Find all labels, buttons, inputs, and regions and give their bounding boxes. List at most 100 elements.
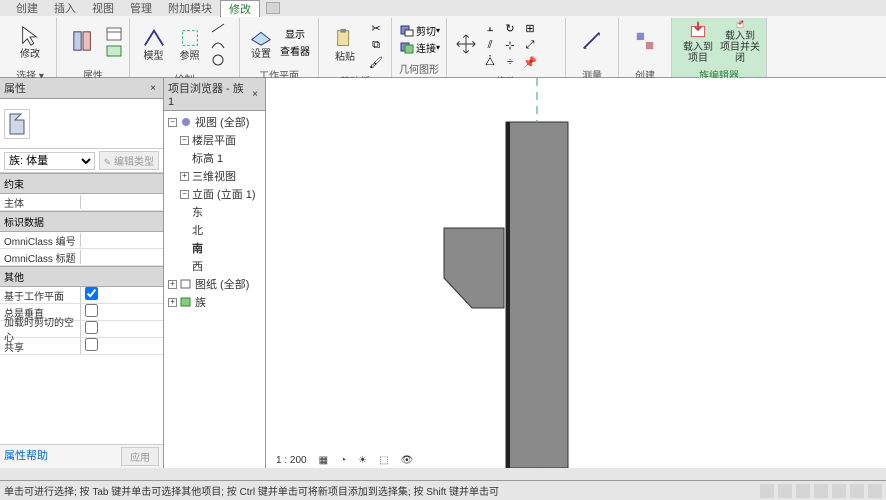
extension-icon[interactable] xyxy=(266,2,280,14)
chk-shared[interactable] xyxy=(85,338,98,351)
match-type[interactable]: 🖌 xyxy=(367,54,385,70)
cat-other[interactable]: 其他 xyxy=(0,266,163,287)
load-to-project-close[interactable]: 载入到 项目并关闭 xyxy=(720,20,760,64)
mirror-tool[interactable]: ⧊ xyxy=(481,54,499,70)
edit-type-button[interactable]: ✎ 编辑类型 xyxy=(99,151,159,170)
family-types-button[interactable] xyxy=(105,26,123,42)
omni-title-input[interactable] xyxy=(83,250,163,264)
properties-button[interactable] xyxy=(63,20,103,64)
menu-create[interactable]: 创建 xyxy=(8,0,46,16)
group-draw: 模型 参照 绘制 xyxy=(130,18,240,77)
menu-insert[interactable]: 插入 xyxy=(46,0,84,16)
create-group-button[interactable] xyxy=(625,20,665,64)
trim-tool[interactable]: ⊹ xyxy=(501,37,519,53)
group-family-editor: 载入到 项目 载入到 项目并关闭 族编辑器 xyxy=(672,18,767,77)
join-geom[interactable] xyxy=(398,40,416,56)
close-browser-icon[interactable]: × xyxy=(249,88,261,100)
viewer-workplane[interactable]: 查看器 xyxy=(278,43,312,59)
group-clipboard: 粘贴 ✂ ⧉ 🖌 剪贴板 xyxy=(319,18,392,77)
drawing-canvas[interactable]: ◂ 1 : 200 ▦ ◔ ☀ ⬚ 👁 xyxy=(266,78,886,468)
set-workplane[interactable]: 设置 xyxy=(246,20,276,64)
offset-tool[interactable]: ⫽ xyxy=(481,37,499,53)
rotate-tool[interactable]: ↻ xyxy=(501,20,519,36)
ribbon: 修改 选择 ▾ 属性 模型 参照 xyxy=(0,16,886,78)
tree-sheets[interactable]: +图纸 (全部) xyxy=(166,275,263,293)
tree-east[interactable]: 东 xyxy=(166,203,263,221)
cat-identity[interactable]: 标识数据 xyxy=(0,211,163,232)
tree-views[interactable]: −视图 (全部) xyxy=(166,113,263,131)
crop-icon[interactable]: ⬚ xyxy=(379,455,388,466)
show-workplane[interactable]: 显示 xyxy=(278,26,312,42)
status-bar: 单击可进行选择; 按 Tab 键并单击可选择其他项目; 按 Ctrl 键并单击可… xyxy=(0,480,886,500)
properties-help-link[interactable]: 属性帮助 xyxy=(4,447,48,466)
group-select: 修改 选择 ▾ xyxy=(4,18,57,77)
detail-level-icon[interactable]: ▦ xyxy=(319,455,328,466)
menu-addins[interactable]: 附加模块 xyxy=(160,0,220,16)
prop-omnititle: OmniClass 标题 xyxy=(0,249,163,266)
apply-button[interactable]: 应用 xyxy=(121,447,159,466)
array-tool[interactable]: ⊞ xyxy=(521,20,539,36)
chk-vertical[interactable] xyxy=(85,304,98,317)
paste-button[interactable]: 粘贴 xyxy=(325,23,365,67)
cat-constraints[interactable]: 约束 xyxy=(0,173,163,194)
props-table: 约束 主体 标识数据 OmniClass 编号 OmniClass 标题 其他 … xyxy=(0,173,163,444)
selection-icon[interactable] xyxy=(778,484,792,498)
family-category-button[interactable] xyxy=(105,43,123,59)
zero-icon[interactable] xyxy=(868,484,882,498)
hide-isolate-icon[interactable]: 👁 xyxy=(401,455,414,466)
chk-void-cut[interactable] xyxy=(85,321,98,334)
browser-header: 项目浏览器 - 族1 × xyxy=(164,78,265,111)
load-to-project[interactable]: 载入到 项目 xyxy=(678,20,718,64)
arc-tool[interactable] xyxy=(209,36,227,52)
align-tool[interactable]: ⫠ xyxy=(481,20,499,36)
link-icon[interactable] xyxy=(796,484,810,498)
prop-host-input[interactable] xyxy=(83,195,163,209)
group-properties: 属性 xyxy=(57,18,130,77)
close-properties-icon[interactable]: × xyxy=(147,82,159,94)
properties-panel: 属性 × 族: 体量 ✎ 编辑类型 约束 主体 标识数据 OmniClass 编… xyxy=(0,78,164,468)
prop-host: 主体 xyxy=(0,194,163,211)
tree-south[interactable]: 南 xyxy=(166,239,263,257)
menu-view[interactable]: 视图 xyxy=(84,0,122,16)
move-tool[interactable] xyxy=(453,23,479,67)
tree-families[interactable]: +族 xyxy=(166,293,263,311)
sunpath-icon[interactable]: ☀ xyxy=(358,455,367,466)
tree-west[interactable]: 西 xyxy=(166,257,263,275)
modify-label: 修改 xyxy=(20,49,40,60)
status-right-icons xyxy=(760,484,882,498)
chk-workplane[interactable] xyxy=(85,287,98,300)
omni-number-input[interactable] xyxy=(83,233,163,247)
tree-level1[interactable]: 标高 1 xyxy=(166,149,263,167)
view-scale[interactable]: 1 : 200 xyxy=(276,455,307,466)
drag-icon[interactable] xyxy=(832,484,846,498)
model-view xyxy=(266,78,886,468)
split-tool[interactable]: ÷ xyxy=(501,54,519,70)
scale-tool[interactable]: ⤢ xyxy=(521,37,539,53)
pin-tool[interactable]: 📌 xyxy=(521,54,539,70)
pin-status-icon[interactable] xyxy=(814,484,828,498)
tree-elevations[interactable]: −立面 (立面 1) xyxy=(166,185,263,203)
line-tool[interactable] xyxy=(209,20,227,36)
group-measure: 测量 xyxy=(566,18,619,77)
circle-tool[interactable] xyxy=(209,52,227,68)
tree-floorplans[interactable]: −楼层平面 xyxy=(166,131,263,149)
view-control-bar[interactable]: 1 : 200 ▦ ◔ ☀ ⬚ 👁 xyxy=(276,455,413,466)
modify-button[interactable]: 修改 xyxy=(10,20,50,64)
menu-modify-tab[interactable]: 修改 xyxy=(220,0,260,17)
tree-3dviews[interactable]: +三维视图 xyxy=(166,167,263,185)
menu-bar: 创建 插入 视图 管理 附加模块 修改 xyxy=(0,0,886,16)
tree-north[interactable]: 北 xyxy=(166,221,263,239)
ref-button[interactable]: 参照 xyxy=(173,22,207,66)
type-thumb xyxy=(4,109,30,139)
filter-icon[interactable] xyxy=(760,484,774,498)
menu-manage[interactable]: 管理 xyxy=(122,0,160,16)
family-type-select[interactable]: 族: 体量 xyxy=(4,152,95,170)
copy-clipboard[interactable]: ⧉ xyxy=(367,37,385,53)
model-button[interactable]: 模型 xyxy=(137,22,171,66)
face-icon[interactable] xyxy=(850,484,864,498)
group-modify-tools: ⫠ ⫽ ⧊ ↻ ⊹ ÷ ⊞ ⤢ 📌 修改 xyxy=(447,18,566,77)
cut-clipboard[interactable]: ✂ xyxy=(367,20,385,36)
measure-button[interactable] xyxy=(572,20,612,64)
cut-geom[interactable] xyxy=(398,23,416,39)
visual-style-icon[interactable]: ◔ xyxy=(340,455,346,466)
